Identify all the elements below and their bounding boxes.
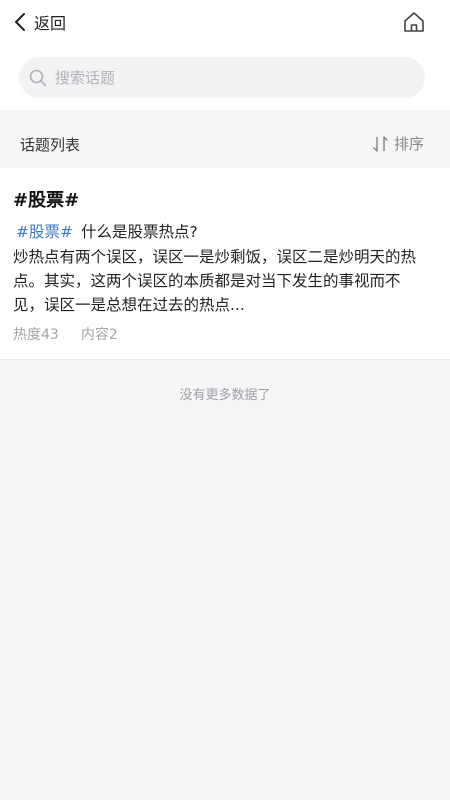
post-item[interactable]: #股票# 什么是股票热点? 炒热点有两个误区，误区一是炒剩饭，误区二是炒明天的热点… bbox=[13, 220, 425, 317]
topic-stats: 热度43 内容2 bbox=[13, 324, 140, 344]
search-input[interactable] bbox=[53, 67, 397, 88]
search-box[interactable] bbox=[19, 57, 425, 98]
top-bar: 返回 bbox=[0, 0, 450, 44]
post-excerpt: 炒热点有两个误区，误区一是炒剩饭，误区二是炒明天的热点。其实，这两个误区的本质都… bbox=[13, 248, 417, 314]
search-icon bbox=[19, 69, 47, 87]
sort-icon bbox=[372, 135, 394, 153]
home-button[interactable] bbox=[402, 10, 426, 34]
back-label: 返回 bbox=[34, 14, 67, 33]
list-title: 话题列表 bbox=[20, 136, 81, 154]
sort-label: 排序 bbox=[393, 135, 424, 153]
search-area bbox=[0, 44, 450, 110]
content-count: 内容2 bbox=[80, 327, 118, 343]
no-more-data-text: 没有更多数据了 bbox=[179, 388, 271, 403]
post-topic-tag[interactable]: #股票# bbox=[16, 223, 73, 241]
back-button[interactable]: 返回 bbox=[14, 8, 66, 36]
heat-count: 热度43 bbox=[13, 327, 59, 343]
chevron-left-icon bbox=[14, 12, 26, 32]
post-title: 什么是股票热点? bbox=[80, 223, 198, 241]
sort-button[interactable]: 排序 bbox=[372, 133, 424, 154]
list-header: 话题列表 排序 bbox=[0, 120, 450, 167]
home-icon bbox=[402, 12, 426, 38]
topic-name: #股票# bbox=[13, 190, 80, 211]
topic-card[interactable]: #股票# #股票# 什么是股票热点? 炒热点有两个误区，误区一是炒剩饭，误区二是炒… bbox=[0, 168, 450, 360]
